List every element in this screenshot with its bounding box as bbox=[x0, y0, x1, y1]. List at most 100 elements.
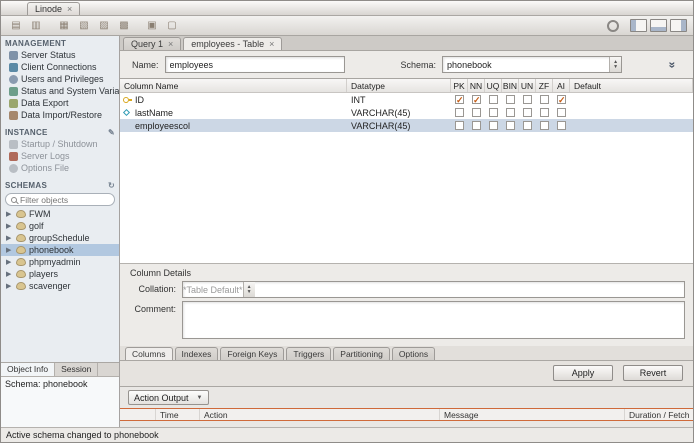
output-header-duration[interactable]: Duration / Fetch bbox=[625, 409, 693, 420]
sidebar-item-client-connections[interactable]: Client Connections bbox=[1, 61, 119, 73]
ai-checkbox[interactable] bbox=[557, 108, 566, 117]
header-pk[interactable]: PK bbox=[451, 79, 468, 92]
chevron-right-icon[interactable]: ▶ bbox=[6, 282, 13, 290]
open-sql-script-icon[interactable]: ▥ bbox=[27, 18, 45, 33]
new-procedure-icon[interactable]: ▩ bbox=[115, 18, 133, 33]
clock-icon[interactable] bbox=[607, 19, 619, 32]
chevron-right-icon[interactable]: ▶ bbox=[6, 222, 13, 230]
bin-checkbox[interactable] bbox=[506, 108, 515, 117]
ai-checkbox[interactable] bbox=[557, 95, 566, 104]
close-icon[interactable]: × bbox=[67, 4, 72, 14]
sidebar-item-options-file[interactable]: Options File bbox=[1, 162, 119, 174]
sidebar-item-users-privileges[interactable]: Users and Privileges bbox=[1, 73, 119, 85]
bin-checkbox[interactable] bbox=[506, 95, 515, 104]
header-zf[interactable]: ZF bbox=[536, 79, 553, 92]
chevron-right-icon[interactable]: ▶ bbox=[6, 234, 13, 242]
table-name-input[interactable] bbox=[164, 56, 345, 73]
columns-grid-empty-area[interactable] bbox=[120, 132, 693, 263]
output-type-select[interactable]: Action Output ▼ bbox=[128, 390, 209, 405]
chevron-right-icon[interactable]: ▶ bbox=[6, 246, 13, 254]
zf-checkbox[interactable] bbox=[540, 95, 549, 104]
schema-item-groupschedule[interactable]: ▶ groupSchedule bbox=[1, 232, 119, 244]
stepper-icon[interactable]: ▲ ▼ bbox=[609, 57, 622, 72]
tab-indexes[interactable]: Indexes bbox=[174, 347, 219, 360]
uq-checkbox[interactable] bbox=[489, 108, 498, 117]
tab-session[interactable]: Session bbox=[55, 363, 99, 376]
zf-checkbox[interactable] bbox=[540, 121, 549, 130]
header-bin[interactable]: BIN bbox=[502, 79, 519, 92]
pk-checkbox[interactable] bbox=[455, 108, 464, 117]
close-icon[interactable]: × bbox=[269, 39, 274, 49]
schema-item-phpmyadmin[interactable]: ▶ phpmyadmin bbox=[1, 256, 119, 268]
header-nn[interactable]: NN bbox=[468, 79, 485, 92]
connection-tab[interactable]: Linode × bbox=[27, 2, 81, 15]
bin-checkbox[interactable] bbox=[506, 121, 515, 130]
nn-checkbox[interactable] bbox=[472, 95, 481, 104]
comment-textarea[interactable] bbox=[182, 301, 685, 339]
apply-button[interactable]: Apply bbox=[553, 365, 613, 381]
search-table-data-icon[interactable]: ▣ bbox=[143, 18, 161, 33]
sidebar-item-server-logs[interactable]: Server Logs bbox=[1, 150, 119, 162]
schema-item-phonebook[interactable]: ▶ phonebook bbox=[1, 244, 119, 256]
zf-checkbox[interactable] bbox=[540, 108, 549, 117]
schema-item-scavenger[interactable]: ▶ scavenger bbox=[1, 280, 119, 292]
new-table-icon[interactable]: ▧ bbox=[75, 18, 93, 33]
reconnect-db-icon[interactable]: ▢ bbox=[163, 18, 181, 33]
schema-item-golf[interactable]: ▶ golf bbox=[1, 220, 119, 232]
sidebar-item-data-import[interactable]: Data Import/Restore bbox=[1, 109, 119, 121]
schema-filter-box[interactable] bbox=[5, 193, 115, 206]
column-row-id[interactable]: ID INT bbox=[120, 93, 693, 106]
refresh-schemas-icon[interactable]: ↻ bbox=[108, 181, 115, 190]
chevron-right-icon[interactable]: ▶ bbox=[6, 210, 13, 218]
pk-checkbox[interactable] bbox=[455, 95, 464, 104]
header-column-name[interactable]: Column Name bbox=[120, 79, 347, 92]
instance-edit-icon[interactable]: ✎ bbox=[108, 128, 115, 137]
chevron-right-icon[interactable]: ▶ bbox=[6, 258, 13, 266]
schema-item-fwm[interactable]: ▶ FWM bbox=[1, 208, 119, 220]
stepper-icon[interactable]: ▲ ▼ bbox=[242, 282, 255, 297]
schema-filter-input[interactable] bbox=[20, 194, 109, 205]
nn-checkbox[interactable] bbox=[472, 121, 481, 130]
new-schema-icon[interactable]: ▦ bbox=[55, 18, 73, 33]
sidebar-item-data-export[interactable]: Data Export bbox=[1, 97, 119, 109]
sidebar-item-server-status[interactable]: Server Status bbox=[1, 49, 119, 61]
tab-object-info[interactable]: Object Info bbox=[1, 363, 56, 376]
output-header-message[interactable]: Message bbox=[440, 409, 625, 420]
output-header-time[interactable]: Time bbox=[156, 409, 200, 420]
uq-checkbox[interactable] bbox=[489, 121, 498, 130]
un-checkbox[interactable] bbox=[523, 121, 532, 130]
header-ai[interactable]: AI bbox=[553, 79, 570, 92]
header-default[interactable]: Default bbox=[570, 79, 693, 92]
collation-select[interactable]: *Table Default* ▲ ▼ bbox=[182, 281, 685, 298]
schema-select[interactable]: phonebook ▲ ▼ bbox=[442, 56, 623, 73]
sidebar-item-status-variables[interactable]: Status and System Variable bbox=[1, 85, 119, 97]
tab-partitioning[interactable]: Partitioning bbox=[333, 347, 390, 360]
un-checkbox[interactable] bbox=[523, 108, 532, 117]
new-query-tab-icon[interactable]: ▤ bbox=[7, 18, 25, 33]
output-header-action[interactable]: Action bbox=[200, 409, 440, 420]
tab-employees-table[interactable]: employees - Table × bbox=[183, 37, 283, 50]
un-checkbox[interactable] bbox=[523, 95, 532, 104]
column-row-lastname[interactable]: lastName VARCHAR(45) bbox=[120, 106, 693, 119]
close-icon[interactable]: × bbox=[168, 39, 173, 49]
tab-columns[interactable]: Columns bbox=[125, 347, 173, 360]
column-row-employeescol[interactable]: employeescol VARCHAR(45) bbox=[120, 119, 693, 132]
revert-button[interactable]: Revert bbox=[623, 365, 683, 381]
chevron-right-icon[interactable]: ▶ bbox=[6, 270, 13, 278]
header-un[interactable]: UN bbox=[519, 79, 536, 92]
nn-checkbox[interactable] bbox=[472, 108, 481, 117]
header-datatype[interactable]: Datatype bbox=[347, 79, 451, 92]
toggle-bottom-panel-icon[interactable] bbox=[650, 19, 667, 32]
tab-foreign-keys[interactable]: Foreign Keys bbox=[220, 347, 285, 360]
toggle-right-sidebar-icon[interactable] bbox=[670, 19, 687, 32]
toggle-left-sidebar-icon[interactable] bbox=[630, 19, 647, 32]
sidebar-item-startup-shutdown[interactable]: Startup / Shutdown bbox=[1, 138, 119, 150]
schema-item-players[interactable]: ▶ players bbox=[1, 268, 119, 280]
header-uq[interactable]: UQ bbox=[485, 79, 502, 92]
tab-options[interactable]: Options bbox=[391, 347, 436, 360]
uq-checkbox[interactable] bbox=[489, 95, 498, 104]
pk-checkbox[interactable] bbox=[455, 121, 464, 130]
tab-query-1[interactable]: Query 1 × bbox=[123, 37, 182, 50]
new-view-icon[interactable]: ▨ bbox=[95, 18, 113, 33]
tab-triggers[interactable]: Triggers bbox=[286, 347, 332, 360]
